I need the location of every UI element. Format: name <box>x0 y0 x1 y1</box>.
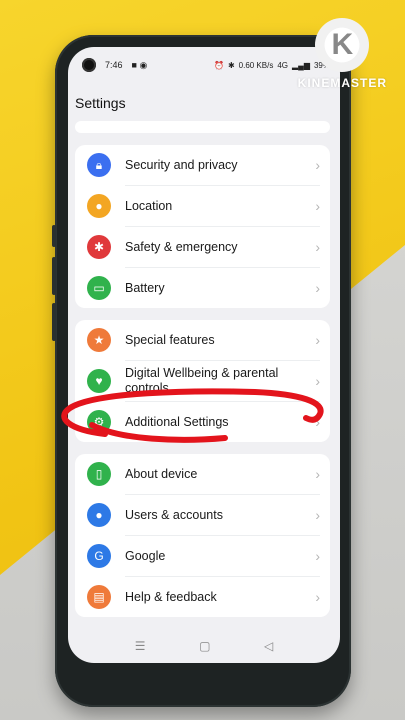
chevron-right-icon: › <box>315 414 320 430</box>
phone-screen: 7:46 ■ ◉ ⏰ ✱ 0.60 KB/s 4G ▂▄▆ 39% Settin… <box>68 47 340 663</box>
kinemaster-watermark: K KINEMASTER <box>298 18 387 90</box>
settings-item[interactable]: ▯ About device › <box>75 454 330 494</box>
settings-item-body: Additional Settings › <box>125 401 320 442</box>
kinemaster-text: KINEMASTER <box>297 76 387 90</box>
lock-icon: 🔒︎ <box>87 153 111 177</box>
settings-item-label: Help & feedback <box>125 589 217 604</box>
settings-item[interactable]: ● Location › <box>75 185 330 226</box>
settings-item[interactable]: ✱ Safety & emergency › <box>75 226 330 267</box>
gear-icon: ⚙ <box>87 409 111 434</box>
settings-item-label: Additional Settings <box>125 414 229 429</box>
settings-group-2: ★ Special features › ♥ Digital Wellbeing & p… <box>75 320 330 442</box>
wellbeing-icon: ♥ <box>87 368 111 393</box>
front-camera <box>82 58 96 72</box>
settings-item[interactable]: ★ Special features › <box>75 320 330 360</box>
asterisk-icon: ✱ <box>87 234 111 259</box>
settings-item-label: Users & accounts <box>125 507 223 522</box>
settings-item-label: Battery <box>125 280 165 295</box>
settings-item-body: Digital Wellbeing & parental controls › <box>125 360 320 401</box>
chevron-right-icon: › <box>315 198 320 214</box>
network-type: 4G <box>277 60 288 70</box>
chevron-right-icon: › <box>315 589 320 605</box>
location-pin-icon: ● <box>87 193 111 218</box>
settings-item-body: Help & feedback › <box>125 576 320 617</box>
settings-item-body: Battery › <box>125 267 320 308</box>
back-button[interactable]: ◁ <box>264 639 273 653</box>
settings-item-label: Security and privacy <box>125 157 238 172</box>
settings-item-body: Google › <box>125 535 320 576</box>
star-icon: ★ <box>87 328 111 352</box>
settings-item-label: Location <box>125 198 173 213</box>
settings-item[interactable]: 🔒︎ Security and privacy › <box>75 145 330 185</box>
settings-item[interactable]: ♥ Digital Wellbeing & parental controls › <box>75 360 330 401</box>
bluetooth-icon: ✱ <box>227 60 235 70</box>
settings-item[interactable]: G Google › <box>75 535 330 576</box>
status-time: 7:46 <box>105 60 123 70</box>
alarm-icon: ⏰ <box>213 60 224 70</box>
chevron-right-icon: › <box>315 373 320 389</box>
user-icon: ● <box>87 502 111 527</box>
settings-group-1: 🔒︎ Security and privacy › ● Location › ✱ Safety… <box>75 145 330 308</box>
chevron-right-icon: › <box>315 466 320 482</box>
settings-item-body: Safety & emergency › <box>125 226 320 267</box>
settings-item-body: Users & accounts › <box>125 494 320 535</box>
settings-item-body: Special features › <box>125 320 320 360</box>
chevron-right-icon: › <box>315 507 320 523</box>
settings-item-label: Google <box>125 548 166 563</box>
settings-item[interactable]: ▭ Battery › <box>75 267 330 308</box>
settings-item-body: Security and privacy › <box>125 145 320 185</box>
settings-item-body: About device › <box>125 454 320 494</box>
settings-item[interactable]: ⚙ Additional Settings › <box>75 401 330 442</box>
recents-button[interactable]: ☰ <box>135 639 146 653</box>
settings-item-body: Location › <box>125 185 320 226</box>
partial-card-top <box>75 121 330 133</box>
settings-item-label: About device <box>125 466 198 481</box>
settings-group-3: ▯ About device › ● Users & accounts › G Google ›… <box>75 454 330 617</box>
settings-item[interactable]: ▤ Help & feedback › <box>75 576 330 617</box>
chevron-right-icon: › <box>315 280 320 296</box>
chevron-right-icon: › <box>315 157 320 173</box>
home-button[interactable]: ▢ <box>199 639 210 653</box>
kinemaster-logo: K <box>315 18 370 72</box>
settings-item-label: Safety & emergency <box>125 239 238 254</box>
network-speed: 0.60 KB/s <box>238 60 274 70</box>
chevron-right-icon: › <box>315 239 320 255</box>
phone-icon: ▯ <box>87 462 111 486</box>
notification-icons: ■ ◉ <box>131 59 148 70</box>
chevron-right-icon: › <box>315 332 320 348</box>
google-icon: G <box>87 543 111 568</box>
navigation-bar: ☰ ▢ ◁ <box>68 629 340 663</box>
help-card-icon: ▤ <box>87 584 111 609</box>
settings-item[interactable]: ● Users & accounts › <box>75 494 330 535</box>
settings-item-label: Special features <box>125 332 215 347</box>
settings-item-label: Digital Wellbeing & parental controls <box>125 366 279 395</box>
battery-icon: ▭ <box>87 275 111 300</box>
chevron-right-icon: › <box>315 548 320 564</box>
